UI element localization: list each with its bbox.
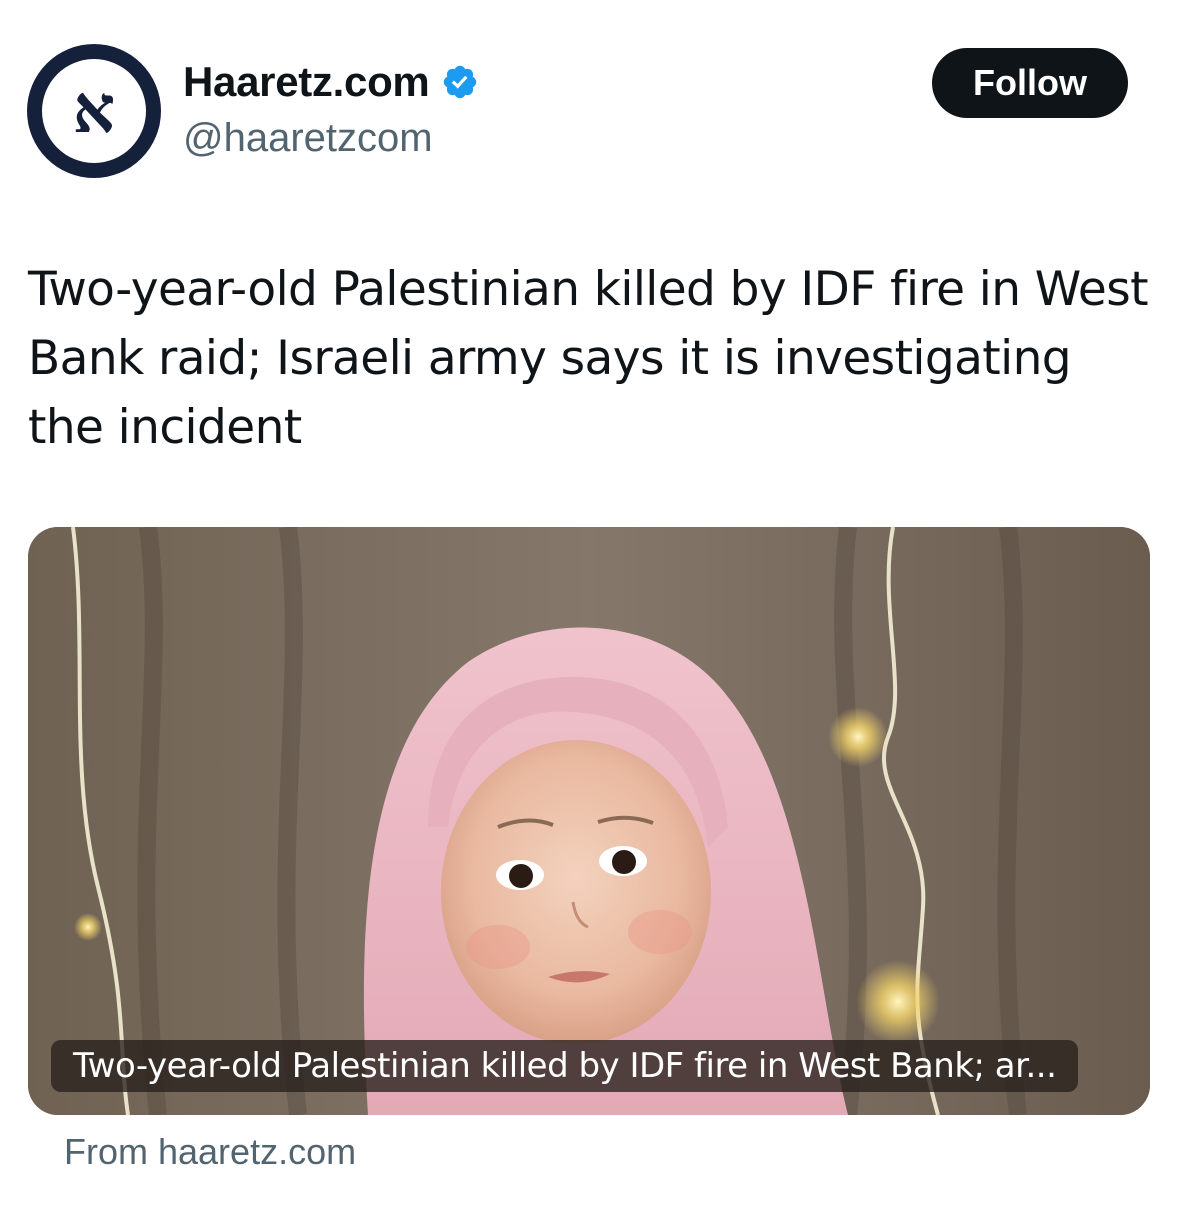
author-display-name[interactable]: Haaretz.com — [183, 58, 430, 106]
card-image — [28, 527, 1150, 1115]
haaretz-logo-icon: א — [72, 70, 116, 148]
verified-badge-icon — [444, 65, 477, 99]
link-card[interactable]: Two-year-old Palestinian killed by IDF f… — [28, 527, 1150, 1115]
avatar-logo: א — [42, 59, 146, 163]
tweet-view: א Haaretz.com @haaretzcom Follow Two-yea… — [0, 0, 1179, 1224]
link-card-source[interactable]: From haaretz.com — [64, 1131, 356, 1173]
author-name-row: Haaretz.com — [183, 58, 479, 106]
follow-button[interactable]: Follow — [932, 48, 1128, 118]
author-avatar[interactable]: א — [27, 44, 161, 178]
author-handle[interactable]: @haaretzcom — [183, 116, 433, 161]
tweet-text: Two-year-old Palestinian killed by IDF f… — [28, 262, 1149, 455]
link-card-title: Two-year-old Palestinian killed by IDF f… — [51, 1040, 1079, 1092]
